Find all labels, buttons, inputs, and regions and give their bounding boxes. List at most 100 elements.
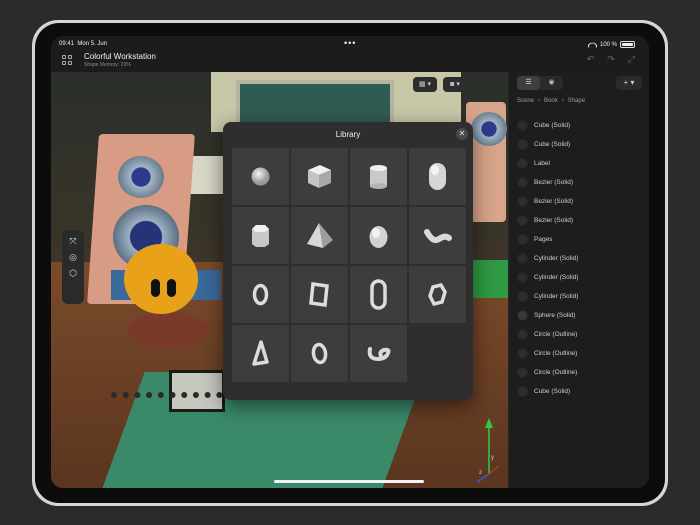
library-grid (232, 148, 466, 382)
layer-item[interactable]: Bezier (Solid) (517, 173, 642, 192)
layer-label: Cylinder (Solid) (534, 255, 579, 262)
cube-icon (308, 165, 331, 188)
library-item[interactable] (350, 266, 407, 323)
scene-cube (188, 156, 228, 194)
bent-tube-icon (424, 229, 452, 244)
layer-visibility-icon[interactable] (517, 272, 528, 283)
axis-y-label: y (491, 455, 494, 461)
layer-label: Label (534, 160, 550, 167)
speaker-tweeter (118, 156, 164, 198)
redo-icon[interactable]: ↷ (607, 54, 615, 65)
status-right: 100 % (587, 41, 635, 48)
breadcrumb-separator: › (538, 98, 541, 104)
layer-visibility-icon[interactable] (517, 329, 528, 340)
library-item[interactable] (350, 207, 407, 264)
layer-visibility-icon[interactable] (517, 177, 528, 188)
layer-visibility-icon[interactable] (517, 158, 528, 169)
grid-menu-button[interactable]: ▦ ▾ (413, 77, 437, 92)
layer-label: Pages (534, 236, 553, 243)
layer-item[interactable]: Pages (517, 230, 642, 249)
character-base (127, 312, 209, 348)
layer-visibility-icon[interactable] (517, 291, 528, 302)
layer-item[interactable]: Cube (Solid) (517, 135, 642, 154)
layer-item[interactable]: Cube (Solid) (517, 382, 642, 401)
layer-visibility-icon[interactable] (517, 234, 528, 245)
layer-item[interactable]: Circle (Outline) (517, 363, 642, 382)
layer-label: Cylinder (Solid) (534, 293, 579, 300)
home-indicator[interactable] (274, 480, 424, 483)
layer-item[interactable]: Label (517, 154, 642, 173)
scene-viewport[interactable]: y z ⤧ ◎ ⬡ ▦ ▾ ◙ ▾ Library ✕ (51, 72, 508, 488)
library-item[interactable] (350, 325, 407, 382)
speaker-right-cone (471, 112, 507, 146)
layer-label: Cylinder (Solid) (534, 274, 579, 281)
document-subtitle: Shape Memory: 29% (84, 62, 131, 68)
close-icon[interactable]: ✕ (456, 128, 468, 140)
layer-label: Cube (Solid) (534, 122, 571, 129)
layer-item[interactable]: Cylinder (Solid) (517, 287, 642, 306)
library-item[interactable] (350, 148, 407, 205)
character-eye-right (167, 279, 176, 297)
multitasking-dots[interactable]: ••• (344, 38, 356, 48)
knot-icon (367, 347, 391, 362)
document-title[interactable]: Colorful Workstation (84, 52, 156, 61)
library-item[interactable] (232, 207, 289, 264)
layer-visibility-icon[interactable] (517, 196, 528, 207)
wifi-icon (587, 42, 597, 47)
library-item[interactable] (409, 148, 466, 205)
undo-icon[interactable]: ↶ (587, 54, 595, 65)
layer-item[interactable]: Circle (Outline) (517, 325, 642, 344)
layer-label: Sphere (Solid) (534, 312, 576, 319)
viewport-top-controls: ▦ ▾ ◙ ▾ (413, 77, 467, 92)
expand-icon[interactable]: ⤢ (628, 54, 635, 65)
layer-visibility-icon[interactable] (517, 253, 528, 264)
breadcrumb-item-shape[interactable]: Shape (568, 98, 585, 104)
breadcrumb-item-book[interactable]: Book (544, 98, 558, 104)
add-button[interactable]: + ▾ (616, 76, 642, 90)
layer-item[interactable]: Cube (Solid) (517, 116, 642, 135)
sphere-icon (251, 167, 270, 186)
layer-item[interactable]: Bezier (Solid) (517, 192, 642, 211)
layer-item[interactable]: Cylinder (Solid) (517, 268, 642, 287)
layer-visibility-icon[interactable] (517, 215, 528, 226)
library-item[interactable] (232, 148, 289, 205)
tab-layers-icon[interactable]: ☰ (517, 76, 540, 90)
oval-ring-icon (370, 279, 387, 310)
move-tool-icon[interactable]: ⤧ (68, 236, 78, 246)
library-item[interactable] (232, 325, 289, 382)
layer-item[interactable]: Circle (Outline) (517, 344, 642, 363)
layer-visibility-icon[interactable] (517, 310, 528, 321)
layer-visibility-icon[interactable] (517, 348, 528, 359)
library-item[interactable] (232, 266, 289, 323)
layer-label: Circle (Outline) (534, 331, 578, 338)
octagonal-prism-icon (252, 225, 269, 247)
camera-menu-button[interactable]: ◙ ▾ (443, 77, 467, 92)
library-item[interactable] (409, 266, 466, 323)
library-item[interactable] (291, 266, 348, 323)
capsule-icon (429, 163, 446, 190)
layer-item[interactable]: Sphere (Solid) (517, 306, 642, 325)
library-item[interactable] (409, 207, 466, 264)
inspector-sidebar: ☰ ◉ + ▾ Scene › Book › Shape Cube (Solid… (508, 72, 649, 488)
ellipse-ring-icon (311, 342, 328, 365)
library-item[interactable] (291, 148, 348, 205)
axis-gizmo[interactable]: y z (469, 414, 505, 484)
layer-label: Bezier (Solid) (534, 179, 574, 186)
breadcrumb-item-scene[interactable]: Scene (517, 98, 534, 104)
layer-visibility-icon[interactable] (517, 386, 528, 397)
battery-icon (620, 41, 635, 48)
character-body (124, 244, 198, 314)
layer-visibility-icon[interactable] (517, 139, 528, 150)
transform-tools: ⤧ ◎ ⬡ (62, 230, 84, 304)
tab-palette-icon[interactable]: ◉ (540, 76, 563, 90)
pyramid-icon (307, 223, 333, 248)
library-item[interactable] (291, 325, 348, 382)
layer-item[interactable]: Cylinder (Solid) (517, 249, 642, 268)
layer-item[interactable]: Bezier (Solid) (517, 211, 642, 230)
documents-grid-icon[interactable] (62, 55, 72, 65)
scale-tool-icon[interactable]: ⬡ (68, 268, 78, 278)
layer-visibility-icon[interactable] (517, 367, 528, 378)
layer-visibility-icon[interactable] (517, 120, 528, 131)
rotate-tool-icon[interactable]: ◎ (68, 252, 78, 262)
library-item[interactable] (291, 207, 348, 264)
